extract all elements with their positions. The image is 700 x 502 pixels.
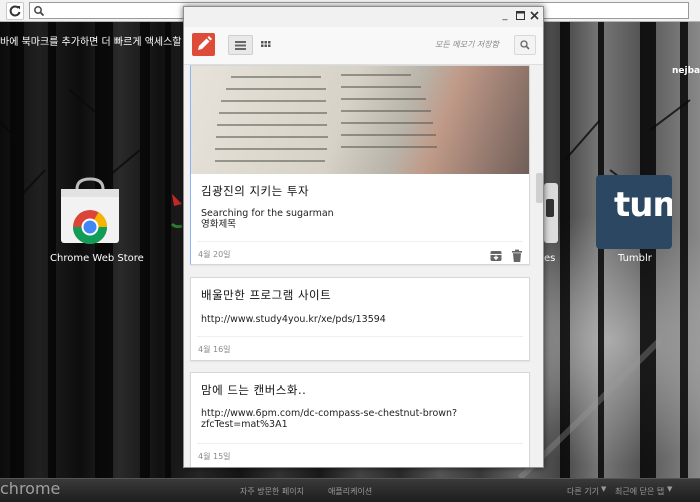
note-divider xyxy=(197,241,523,242)
note-body-line: http://www.study4you.kr/xe/pds/13594 xyxy=(201,314,386,325)
chrome-logo-text: chrome xyxy=(0,479,61,498)
recently-closed-chevron-icon: ▼ xyxy=(667,485,673,493)
popup-titlebar: _ xyxy=(184,7,543,27)
app-label-tumblr: Tumblr xyxy=(618,253,652,264)
note-card[interactable]: 배울만한 프로그램 사이트 http://www.study4you.kr/xe… xyxy=(190,277,530,361)
search-placeholder[interactable]: 모든 메모기 저장함 xyxy=(389,39,499,50)
keep-popup-window: _ 모든 메모기 저장함 김광진의 지키는 투자 Searching for t… xyxy=(183,6,544,468)
archive-button[interactable] xyxy=(489,248,503,262)
note-body: http://www.study4you.kr/xe/pds/13594 xyxy=(201,314,501,325)
list-view-icon xyxy=(235,41,246,50)
search-button[interactable] xyxy=(514,35,536,55)
notes-list: 김광진의 지키는 투자 Searching for the sugarman 영… xyxy=(184,65,543,467)
trash-icon xyxy=(512,249,522,262)
note-date: 4월 15일 xyxy=(198,452,231,461)
note-card[interactable]: 김광진의 지키는 투자 Searching for the sugarman 영… xyxy=(190,65,530,265)
note-body-line: Searching for the sugarman xyxy=(201,208,334,219)
app-tile-partial[interactable]: es xyxy=(544,175,564,270)
other-devices-chevron-icon: ▼ xyxy=(601,485,607,493)
new-note-button[interactable] xyxy=(192,33,215,56)
apps-link[interactable]: 애플리케이션 xyxy=(328,486,372,497)
note-body: Searching for the sugarman 영화제목 xyxy=(201,208,501,230)
list-view-button[interactable] xyxy=(228,35,253,55)
note-title: 맘에 드는 캔버스화.. xyxy=(201,383,307,397)
maximize-icon xyxy=(516,11,525,20)
note-card[interactable]: 맘에 드는 캔버스화.. http://www.6pm.com/dc-compa… xyxy=(190,372,530,467)
close-icon xyxy=(530,11,539,20)
archive-icon xyxy=(490,251,502,261)
close-button[interactable] xyxy=(529,10,541,22)
note-body-line: zfcTest=mat%3A1 xyxy=(201,419,288,430)
note-date: 4월 16일 xyxy=(198,345,231,354)
note-body: http://www.6pm.com/dc-compass-se-chestnu… xyxy=(201,408,501,430)
note-date: 4월 20일 xyxy=(198,250,231,259)
reload-icon xyxy=(9,5,21,17)
search-icon xyxy=(520,40,530,50)
note-title: 김광진의 지키는 투자 xyxy=(201,184,310,198)
note-divider xyxy=(197,336,523,337)
app-label-partial: es xyxy=(544,253,556,264)
tumblr-icon-text: tum xyxy=(614,185,672,225)
note-body-line: http://www.6pm.com/dc-compass-se-chestnu… xyxy=(201,408,458,419)
grid-view-button[interactable] xyxy=(253,35,278,55)
bookmark-bar-hint: 바에 북마크를 추가하면 더 빠르게 액세스할 수 있 xyxy=(0,37,190,48)
grid-view-icon xyxy=(261,41,271,47)
search-icon xyxy=(34,6,45,17)
app-icon-partial xyxy=(544,183,558,243)
note-body-line: 영화제목 xyxy=(201,219,236,230)
delete-button[interactable] xyxy=(510,248,524,262)
note-title: 배울만한 프로그램 사이트 xyxy=(201,288,332,302)
notes-scrollbar[interactable] xyxy=(536,173,543,203)
keep-toolbar: 모든 메모기 저장함 xyxy=(184,27,543,65)
maximize-button[interactable] xyxy=(515,10,527,22)
app-label-chrome-web-store: Chrome Web Store xyxy=(50,253,144,264)
minimize-button[interactable]: _ xyxy=(499,10,511,22)
recently-closed-link[interactable]: 최근에 닫은 탭 xyxy=(615,486,664,497)
app-icon-fragment xyxy=(170,194,183,229)
user-name[interactable]: nejba xyxy=(672,66,700,76)
pencil-icon xyxy=(198,36,212,50)
note-divider xyxy=(197,443,523,444)
reload-button[interactable] xyxy=(6,2,24,20)
most-visited-link[interactable]: 자주 방문한 페이지 xyxy=(240,486,304,497)
note-photo xyxy=(191,66,529,174)
tumblr-icon: tum xyxy=(596,175,672,249)
other-devices-link[interactable]: 다른 기기 xyxy=(567,486,599,497)
app-tile-tumblr[interactable]: tum Tumblr xyxy=(594,175,674,270)
chrome-web-store-icon xyxy=(61,177,119,244)
app-tile-chrome-web-store[interactable]: Chrome Web Store xyxy=(50,175,144,270)
